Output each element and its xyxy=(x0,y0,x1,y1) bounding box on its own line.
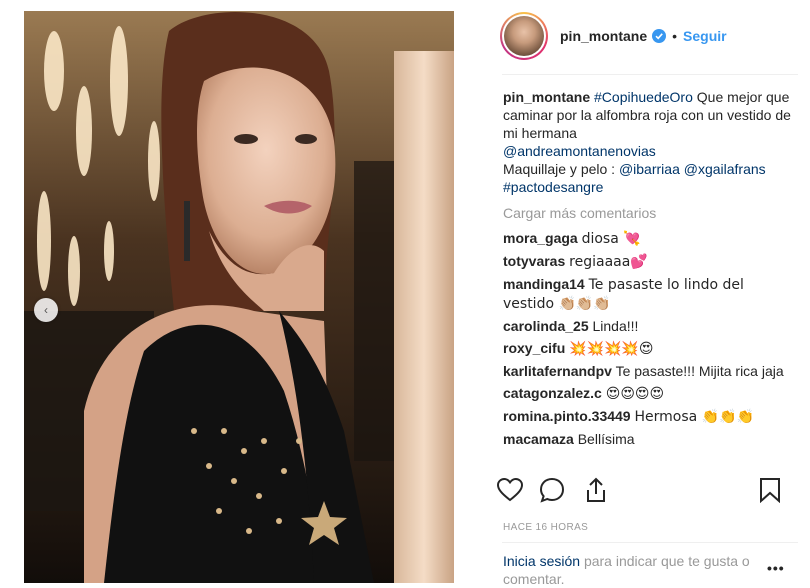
comment-row: karlitafernandpv Te pasaste!!! Mijita ri… xyxy=(503,362,799,380)
comment-username[interactable]: mandinga14 xyxy=(503,276,585,292)
comment-username[interactable]: romina.pinto.33449 xyxy=(503,408,631,424)
caption-mention-2[interactable]: @ibarriaa xyxy=(619,161,680,177)
comment-text: 😍😍😍😍 xyxy=(605,386,665,402)
comment-username[interactable]: carolinda_25 xyxy=(503,318,589,334)
comment-username[interactable]: roxy_cifu xyxy=(503,340,565,356)
comment-text: Hermosa 👏👏👏 xyxy=(634,409,754,425)
comment-text: regiaaaa💕 xyxy=(569,254,648,270)
comment-username[interactable]: macamaza xyxy=(503,431,574,447)
bookmark-icon[interactable] xyxy=(756,476,784,504)
comment-row: catagonzalez.c 😍😍😍😍 xyxy=(503,384,799,403)
comment-row: mandinga14 Te pasaste lo lindo del vesti… xyxy=(503,275,799,313)
verified-badge-icon xyxy=(652,29,667,43)
comment-username[interactable]: mora_gaga xyxy=(503,230,578,246)
caption-hashtag-2[interactable]: #pactodesangre xyxy=(503,179,603,195)
caption: pin_montane #CopihuedeOro Que mejor que … xyxy=(503,88,799,196)
comment-row: roxy_cifu 💥💥💥💥😍 xyxy=(503,339,799,358)
load-more-comments[interactable]: Cargar más comentarios xyxy=(503,204,799,222)
follow-button[interactable]: Seguir xyxy=(683,28,727,44)
comment-username[interactable]: totyvaras xyxy=(503,253,565,269)
avatar-image xyxy=(504,16,544,56)
caption-makeup-label: Maquillaje y pelo : xyxy=(503,161,616,177)
login-link[interactable]: Inicia sesión xyxy=(503,553,580,569)
header-username[interactable]: pin_montane xyxy=(560,28,647,44)
comment-row: macamaza Bellísima xyxy=(503,430,799,448)
caption-mention-3[interactable]: @xgailafrans xyxy=(684,161,766,177)
post-timestamp: HACE 16 HORAS xyxy=(503,522,589,533)
photo-illustration xyxy=(24,11,454,583)
comment-row: carolinda_25 Linda!!! xyxy=(503,317,799,335)
post-sidebar: pin_montane • Seguir pin_montane #Copihu… xyxy=(456,0,810,588)
caption-hashtag[interactable]: #CopihuedeOro xyxy=(594,89,693,105)
comment-text: diosa 💘 xyxy=(581,231,641,247)
comment-row: totyvaras regiaaaa💕 xyxy=(503,252,799,271)
comment-username[interactable]: catagonzalez.c xyxy=(503,385,602,401)
heart-icon[interactable] xyxy=(496,476,524,504)
caption-mention[interactable]: @andreamontanenovias xyxy=(503,143,656,159)
separator-dot: • xyxy=(672,28,678,44)
comment-row: mora_gaga diosa 💘 xyxy=(503,229,799,248)
login-prompt: Inicia sesión para indicar que te gusta … xyxy=(503,552,793,588)
comment-text: Bellísima xyxy=(577,431,635,447)
post-header: pin_montane • Seguir xyxy=(500,12,727,60)
post-photo[interactable]: ‹ xyxy=(24,11,454,583)
more-options-icon[interactable]: ••• xyxy=(767,560,785,576)
comment-text: 💥💥💥💥😍 xyxy=(569,341,654,357)
caption-username[interactable]: pin_montane xyxy=(503,89,590,105)
comment-row: romina.pinto.33449 Hermosa 👏👏👏 xyxy=(503,407,799,426)
divider xyxy=(502,74,798,75)
chevron-left-icon[interactable]: ‹ xyxy=(34,298,58,322)
share-icon[interactable] xyxy=(582,476,610,504)
comments-list: pin_montane #CopihuedeOro Que mejor que … xyxy=(503,88,799,466)
comment-text: Linda!!! xyxy=(592,318,639,334)
action-bar xyxy=(496,476,796,508)
comment-username[interactable]: karlitafernandpv xyxy=(503,363,612,379)
comment-icon[interactable] xyxy=(538,476,566,504)
comment-text: Te pasaste!!! Mijita rica jaja xyxy=(615,363,784,379)
divider xyxy=(502,542,798,543)
avatar[interactable] xyxy=(500,12,548,60)
